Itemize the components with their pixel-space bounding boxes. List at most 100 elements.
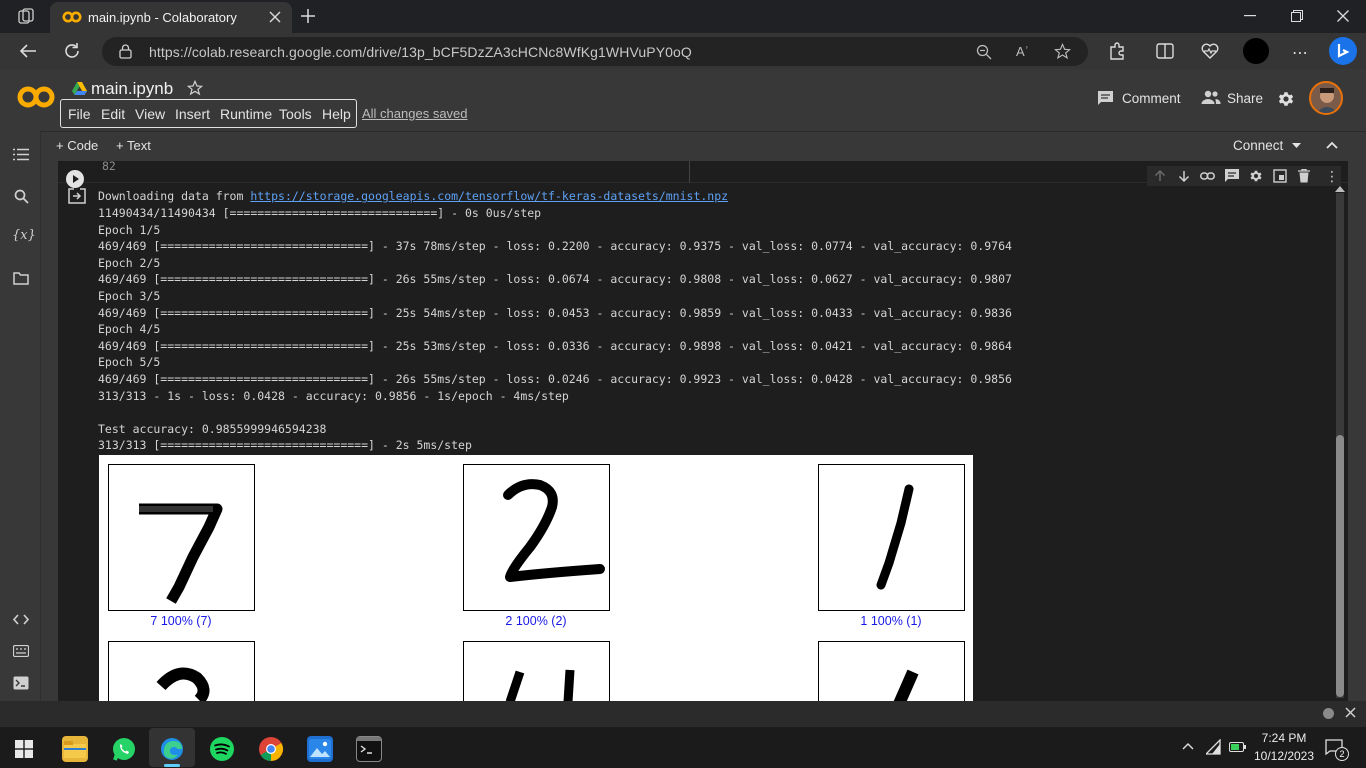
colab-favicon-icon (62, 11, 82, 23)
comment-icon[interactable] (1097, 90, 1114, 106)
browser-essentials-icon[interactable] (1201, 43, 1219, 59)
prediction-caption: 2 100% (2) (505, 614, 567, 628)
output-line: 469/469 [==============================]… (98, 372, 1012, 386)
connect-dropdown-icon[interactable] (1292, 143, 1301, 149)
chrome-icon[interactable] (258, 736, 284, 762)
digit-image (818, 641, 965, 701)
runtime-status-icon[interactable] (1323, 708, 1334, 719)
zoom-icon[interactable] (976, 44, 992, 60)
menu-runtime[interactable]: Runtime (220, 106, 272, 122)
favorite-star-icon[interactable] (1054, 43, 1071, 60)
table-of-contents-icon[interactable] (13, 148, 29, 161)
google-drive-icon (72, 82, 87, 95)
digit-image (108, 641, 255, 701)
menu-tools[interactable]: Tools (279, 106, 312, 122)
terminal-app-icon[interactable] (356, 736, 382, 762)
output-line: Epoch 4/5 (98, 322, 161, 336)
output-line: Test accuracy: 0.9855999946594238 (98, 422, 327, 436)
code-snippets-icon[interactable] (13, 614, 29, 625)
dataset-url-link[interactable]: https://storage.googleapis.com/tensorflo… (250, 189, 728, 203)
lock-icon[interactable] (119, 44, 132, 59)
share-people-icon[interactable] (1201, 90, 1221, 105)
more-options-icon[interactable]: ⋯ (1292, 43, 1309, 63)
refresh-icon[interactable] (63, 42, 81, 60)
bing-copilot-icon[interactable] (1329, 37, 1357, 65)
notification-count-badge: 2 (1335, 747, 1349, 761)
address-bar[interactable]: https://colab.research.google.com/drive/… (102, 37, 1088, 66)
restore-icon[interactable] (1291, 10, 1303, 22)
menu-insert[interactable]: Insert (175, 106, 210, 122)
file-explorer-icon[interactable] (62, 736, 88, 762)
output-line: 469/469 [==============================]… (98, 272, 1012, 286)
comment-button[interactable]: Comment (1122, 91, 1181, 106)
download-prefix: Downloading data from (98, 189, 251, 203)
minimize-icon[interactable] (1244, 15, 1256, 17)
more-cell-actions-icon[interactable]: ⋮ (1325, 168, 1339, 185)
mirror-cell-icon[interactable] (1273, 169, 1287, 183)
output-actions-icon[interactable] (68, 188, 86, 204)
workspaces-icon[interactable] (18, 8, 34, 24)
output-line: Epoch 1/5 (98, 223, 161, 237)
battery-icon[interactable] (1229, 740, 1247, 754)
menu-view[interactable]: View (135, 106, 165, 122)
clock-time[interactable]: 7:24 PM (1254, 731, 1314, 745)
collapse-header-icon[interactable] (1326, 141, 1338, 149)
share-button[interactable]: Share (1227, 91, 1263, 106)
delete-cell-icon[interactable] (1298, 169, 1310, 183)
windows-taskbar: 7:24 PM 10/12/2023 2 (0, 726, 1366, 768)
scroll-up-icon[interactable] (1335, 186, 1345, 192)
variables-icon[interactable]: {x} (12, 228, 36, 243)
digit-image (818, 464, 965, 611)
menu-edit[interactable]: Edit (101, 106, 125, 122)
search-icon[interactable] (14, 189, 29, 204)
menu-help[interactable]: Help (322, 106, 351, 122)
new-tab-icon[interactable] (300, 8, 316, 24)
digit-image (463, 464, 610, 611)
output-scrollbar-thumb[interactable] (1336, 435, 1344, 697)
menu-file[interactable]: File (68, 106, 91, 122)
close-tab-icon[interactable] (269, 11, 281, 23)
terminal-icon[interactable] (13, 676, 29, 690)
url-text[interactable]: https://colab.research.google.com/drive/… (149, 44, 692, 60)
connect-button[interactable]: Connect (1233, 138, 1283, 153)
add-comment-icon[interactable] (1225, 169, 1239, 182)
clock-date[interactable]: 10/12/2023 (1249, 749, 1319, 763)
output-line: 469/469 [==============================]… (98, 339, 1012, 353)
settings-gear-icon[interactable] (1277, 90, 1295, 108)
notebook-toolbar: + Code + Text Connect (0, 131, 1366, 161)
add-text-button[interactable]: + Text (116, 138, 151, 153)
command-palette-icon[interactable] (13, 645, 29, 657)
show-hidden-icons-icon[interactable] (1182, 742, 1194, 750)
output-line: 469/469 [==============================]… (98, 239, 1012, 253)
star-notebook-icon[interactable] (187, 80, 203, 96)
add-code-button[interactable]: + Code (56, 138, 98, 153)
browser-tab-active[interactable]: main.ipynb - Colaboratory (50, 2, 292, 33)
run-cell-button[interactable] (66, 170, 84, 188)
whatsapp-icon[interactable] (111, 736, 137, 762)
photos-icon[interactable] (307, 736, 333, 762)
digit-image (108, 464, 255, 611)
extensions-icon[interactable] (1108, 42, 1126, 60)
cell-settings-gear-icon[interactable] (1249, 169, 1263, 183)
move-cell-down-icon[interactable] (1178, 170, 1190, 182)
link-cell-icon[interactable] (1200, 170, 1215, 182)
read-aloud-icon[interactable]: Aʾ (1016, 44, 1029, 59)
files-folder-icon[interactable] (13, 272, 29, 285)
windows-start-icon[interactable] (15, 740, 33, 758)
move-cell-up-icon[interactable] (1154, 170, 1166, 182)
edge-taskbar-active[interactable] (149, 728, 195, 767)
notebook-name[interactable]: main.ipynb (91, 79, 173, 99)
prediction-figure: 7 100% (7) 2 100% (2) 1 100% (1) (99, 455, 973, 701)
wifi-icon[interactable] (1206, 739, 1222, 755)
spotify-icon[interactable] (209, 736, 235, 762)
colab-logo-icon[interactable] (17, 85, 55, 109)
close-status-icon[interactable] (1345, 707, 1356, 718)
profile-avatar-icon[interactable] (1243, 38, 1269, 64)
prediction-caption: 7 100% (7) (150, 614, 212, 628)
split-screen-icon[interactable] (1156, 43, 1174, 59)
user-avatar[interactable] (1309, 81, 1343, 115)
output-line: Epoch 5/5 (98, 355, 161, 369)
back-icon[interactable] (19, 43, 37, 59)
close-window-icon[interactable] (1337, 10, 1349, 22)
save-status-link[interactable]: All changes saved (362, 106, 468, 121)
